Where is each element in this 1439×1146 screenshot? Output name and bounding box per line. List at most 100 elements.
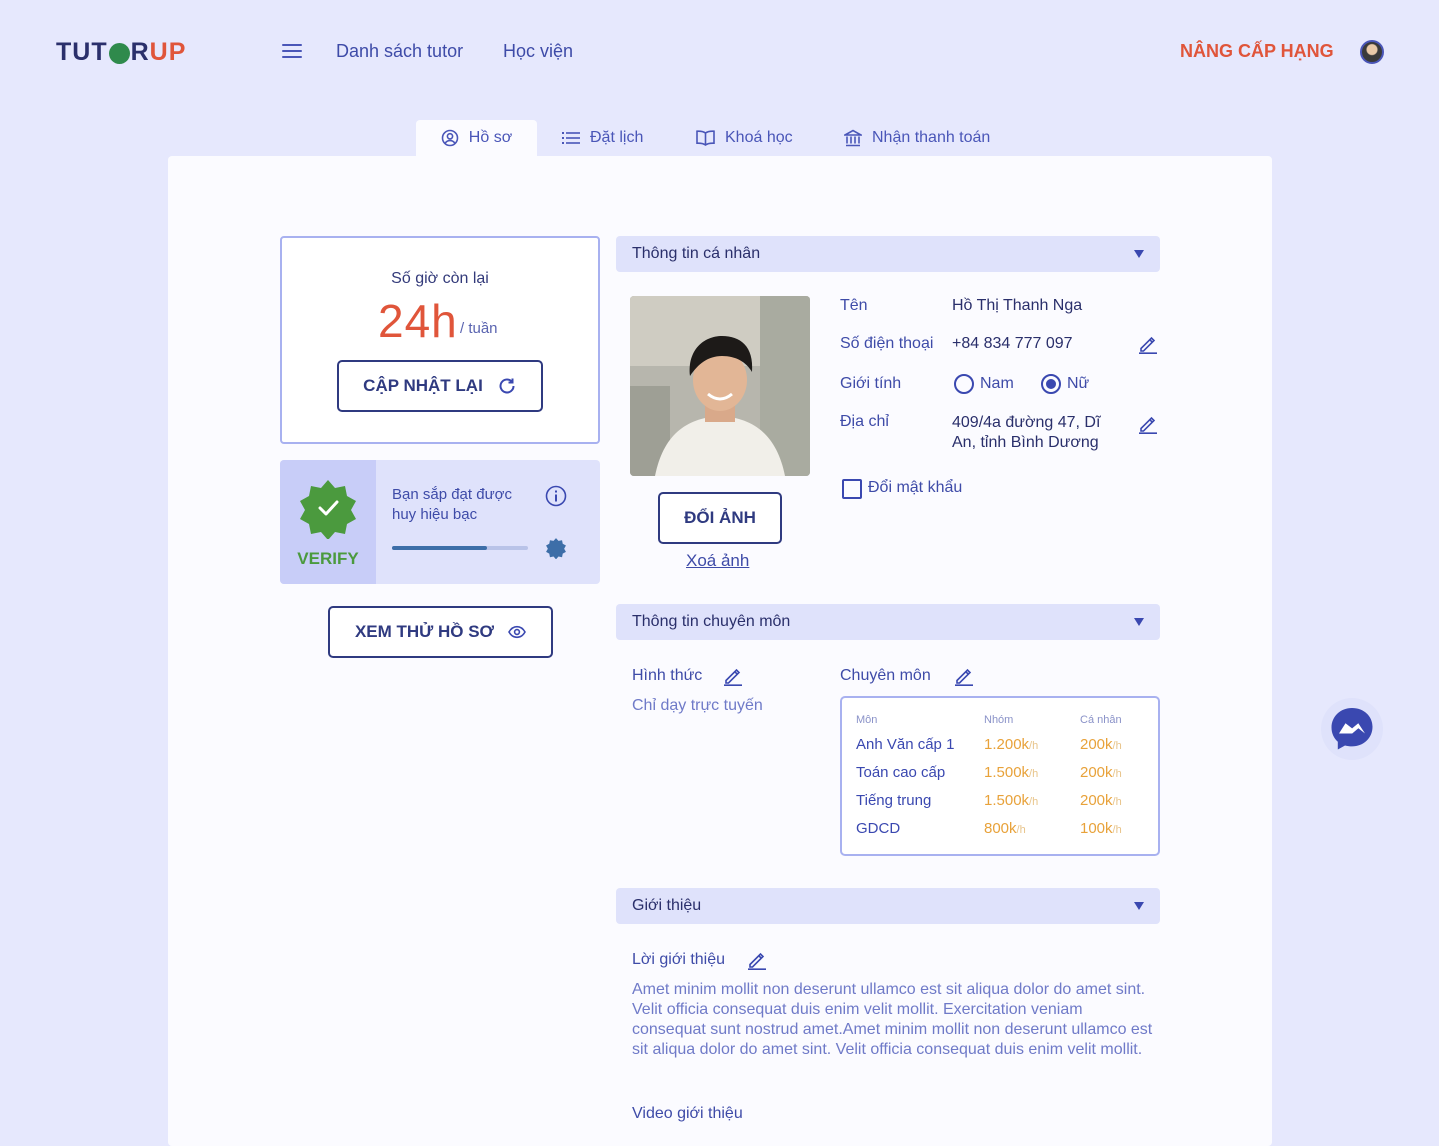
upgrade-rank-link[interactable]: NÂNG CẤP HẠNG	[1180, 41, 1334, 62]
radio-circle-selected	[1041, 374, 1061, 394]
subject-name: Tiếng trung	[856, 792, 931, 809]
change-photo-label: ĐỔI ẢNH	[684, 508, 756, 527]
format-label: Hình thức	[632, 667, 703, 684]
personal-price: 200k/h	[1080, 736, 1122, 753]
section-title: Thông tin cá nhân	[632, 245, 761, 262]
price-unit: /h	[1016, 824, 1026, 836]
remaining-hours-unit: / tuần	[460, 320, 498, 337]
section-title: Thông tin chuyên môn	[632, 613, 791, 630]
name-value: Hồ Thị Thanh Nga	[952, 297, 1083, 314]
personal-price-value: 200k	[1080, 736, 1113, 753]
group-price-value: 800k	[984, 820, 1017, 837]
group-price: 1.500k/h	[984, 764, 1038, 781]
tab-schedule[interactable]: Đặt lịch	[562, 120, 643, 156]
refresh-button[interactable]: CẬP NHẬT LẠI	[337, 360, 543, 412]
edit-intro-pencil-icon[interactable]	[747, 950, 767, 970]
gender-option-label: Nữ	[1067, 375, 1090, 392]
messenger-chat-button[interactable]	[1321, 698, 1383, 760]
book-icon	[696, 130, 715, 146]
logo-text-part2: R	[130, 38, 150, 66]
change-photo-button[interactable]: ĐỔI ẢNH	[658, 492, 782, 544]
logo-text-part1: TUT	[56, 38, 108, 66]
subject-label: Chuyên môn	[840, 667, 931, 684]
price-unit: /h	[1112, 740, 1122, 752]
caret-down-icon	[1134, 250, 1144, 258]
edit-phone-pencil-icon[interactable]	[1138, 334, 1158, 354]
column-header-subject: Môn	[856, 714, 878, 726]
name-label: Tên	[840, 297, 868, 314]
tab-label: Đặt lịch	[590, 129, 644, 146]
phone-value: +84 834 777 097	[952, 335, 1073, 352]
list-icon	[562, 132, 580, 144]
verified-star-icon	[300, 480, 356, 539]
user-circle-icon	[441, 129, 459, 147]
tab-label: Khoá học	[725, 129, 793, 146]
refresh-icon	[499, 378, 515, 394]
user-avatar[interactable]	[1360, 40, 1384, 64]
gender-radio-female[interactable]: Nữ	[1041, 374, 1089, 394]
address-label: Địa chỉ	[840, 413, 889, 430]
badge-progress-card: VERIFY Bạn sắp đạt được huy hiệu bạc	[280, 460, 600, 584]
group-price-value: 1.500k	[984, 764, 1030, 781]
radio-circle	[954, 374, 974, 394]
nav-link-academy[interactable]: Học viện	[503, 41, 573, 62]
nav-link-tutor-list[interactable]: Danh sách tutor	[336, 41, 463, 62]
group-price: 1.500k/h	[984, 792, 1038, 809]
subject-name-value: Tiếng trung	[856, 792, 932, 809]
info-icon[interactable]	[545, 485, 567, 507]
profile-photo-image	[630, 296, 810, 476]
intro-text: Amet minim mollit non deserunt ullamco e…	[632, 981, 1153, 1058]
video-intro-label: Video giới thiệu	[632, 1105, 743, 1122]
badge-progress-text: Bạn sắp đạt được huy hiệu bạc	[392, 486, 512, 523]
preview-profile-button[interactable]: XEM THỬ HỒ SƠ	[328, 606, 553, 658]
group-price-value: 1.500k	[984, 792, 1030, 809]
logo-o-dot	[108, 43, 130, 64]
profile-photo	[630, 296, 810, 476]
format-value: Chỉ dạy trực tuyến	[632, 697, 763, 714]
group-price: 800k/h	[984, 820, 1026, 837]
logo[interactable]: TUT R UP	[56, 38, 186, 67]
personal-info-section-header[interactable]: Thông tin cá nhân	[616, 236, 1160, 272]
remaining-hours-value: 24h	[378, 295, 458, 347]
gender-label: Giới tính	[840, 375, 902, 392]
introduction-section-header[interactable]: Giới thiệu	[616, 888, 1160, 924]
gender-option-label: Nam	[980, 375, 1014, 392]
badge-progress-bar	[392, 546, 528, 550]
gender-radio-male[interactable]: Nam	[954, 374, 1014, 394]
refresh-button-label: CẬP NHẬT LẠI	[363, 376, 483, 395]
edit-format-pencil-icon[interactable]	[723, 666, 743, 686]
subject-name-value: Anh Văn cấp 1	[856, 736, 955, 753]
verify-badge: VERIFY	[280, 460, 376, 584]
eye-icon	[508, 625, 526, 639]
tab-profile[interactable]: Hồ sơ	[416, 120, 537, 156]
subject-name-value: Toán cao cấp	[856, 764, 946, 781]
delete-photo-link[interactable]: Xoá ảnh	[686, 551, 749, 571]
messenger-icon	[1331, 708, 1373, 750]
change-password-checkbox[interactable]	[842, 479, 862, 499]
price-unit: /h	[1112, 796, 1122, 808]
phone-label: Số điện thoại	[840, 335, 934, 352]
edit-subject-pencil-icon[interactable]	[954, 666, 974, 686]
personal-price: 200k/h	[1080, 764, 1122, 781]
personal-price-value: 100k	[1080, 820, 1113, 837]
personal-price-value: 200k	[1080, 764, 1113, 781]
badge-progress-fill	[392, 546, 488, 550]
bank-icon	[844, 129, 862, 147]
hamburger-menu-icon[interactable]	[282, 44, 302, 60]
subject-price-table: Môn Nhóm Cá nhân Anh Văn cấp 1 1.200k/h 20…	[840, 696, 1160, 856]
price-unit: /h	[1029, 768, 1039, 780]
column-header-group: Nhóm	[984, 714, 1014, 726]
group-price-value: 1.200k	[984, 736, 1030, 753]
professional-info-section-header[interactable]: Thông tin chuyên môn	[616, 604, 1160, 640]
price-unit: /h	[1112, 824, 1122, 836]
column-header-personal: Cá nhân	[1080, 714, 1122, 726]
tab-payments[interactable]: Nhận thanh toán	[844, 120, 990, 156]
tab-courses[interactable]: Khoá học	[696, 120, 793, 156]
group-price: 1.200k/h	[984, 736, 1038, 753]
address-value: 409/4a đường 47, Dĩ An, tỉnh Bình Dương	[952, 414, 1101, 451]
edit-address-pencil-icon[interactable]	[1138, 414, 1158, 434]
subject-name: Anh Văn cấp 1	[856, 736, 954, 753]
personal-price-value: 200k	[1080, 792, 1113, 809]
price-unit: /h	[1029, 796, 1039, 808]
price-unit: /h	[1029, 740, 1039, 752]
